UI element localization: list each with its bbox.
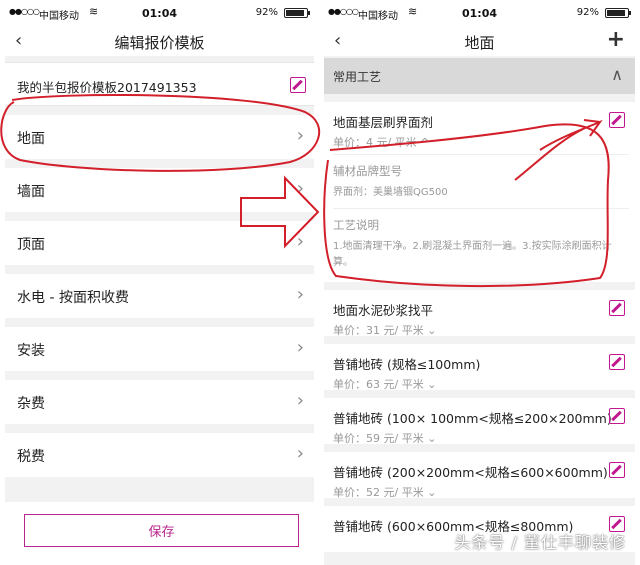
material-value: 界面剂：美巢墙锢QG500 [333, 187, 448, 198]
edit-icon[interactable] [290, 77, 306, 93]
battery-percent: 92% [255, 7, 278, 18]
save-button[interactable]: 保存 [24, 514, 299, 547]
section-header[interactable]: 常用工艺 ∧ [324, 58, 635, 94]
craft-name: 地面基层刷界面剂 [333, 115, 434, 130]
left-screen: ●●○○○ 中国移动 ≋ 01:04 92% ‹ 编辑报价模板 我的半包报价模板… [5, 0, 314, 565]
battery-icon [284, 8, 310, 18]
menu-item-label: 税费 [17, 449, 45, 465]
craft-price: 单价：52 元/ 平米 ⌄ [333, 486, 437, 499]
craft-item[interactable]: 地面水泥砂浆找平 单价：31 元/ 平米 ⌄ [324, 290, 635, 344]
edit-icon[interactable] [609, 354, 625, 370]
status-bar: ●●○○○ 中国移动 ≋ 01:04 92% [324, 0, 635, 26]
menu-item-label: 顶面 [17, 237, 45, 253]
craft-name: 普铺地砖 (100× 100mm<规格≤200×200mm) [333, 411, 612, 426]
chevron-right-icon[interactable]: › [297, 178, 304, 199]
craft-price: 单价：59 元/ 平米 ⌄ [333, 432, 437, 445]
process-value: 1.地面清理干净。2.刷混凝土界面剂一遍。3.按实际涂刷面积计算。 [333, 241, 612, 268]
page-title: 编辑报价模板 [114, 34, 205, 52]
battery-percent: 92% [576, 7, 599, 18]
craft-item[interactable]: 普铺地砖 (100× 100mm<规格≤200×200mm) 单价：59 元/ 平… [324, 398, 635, 452]
menu-item-label: 安装 [17, 343, 45, 359]
nav-bar: ‹ 地面 + [324, 26, 635, 56]
chevron-up-icon[interactable]: ∧ [611, 65, 623, 84]
material-detail: 辅材品牌型号 界面剂：美巢墙锢QG500 [333, 154, 629, 208]
craft-price: 单价：63 元/ 平米 ⌄ [333, 378, 437, 391]
craft-item-expanded[interactable]: 地面基层刷界面剂 单价：4 元/ 平米 ^ 辅材品牌型号 界面剂：美巢墙锢QG5… [324, 102, 635, 290]
chevron-right-icon[interactable]: › [297, 125, 304, 146]
menu-item[interactable]: 税费 › [5, 433, 314, 477]
add-icon[interactable]: + [607, 27, 625, 52]
menu-item-label: 地面 [17, 131, 45, 147]
edit-icon[interactable] [609, 112, 625, 128]
craft-name: 普铺地砖 (规格≤100mm) [333, 357, 481, 372]
edit-icon[interactable] [609, 300, 625, 316]
template-name-row[interactable]: 我的半包报价模板2017491353 [5, 62, 314, 106]
menu-item[interactable]: 水电 - 按面积收费 › [5, 274, 314, 318]
nav-bar: ‹ 编辑报价模板 [5, 26, 314, 56]
save-area: 保存 [5, 502, 314, 565]
chevron-right-icon[interactable]: › [297, 443, 304, 464]
edit-icon[interactable] [609, 408, 625, 424]
chevron-right-icon[interactable]: › [297, 284, 304, 305]
menu-item-label: 水电 - 按面积收费 [17, 290, 129, 306]
template-name: 我的半包报价模板2017491353 [17, 80, 197, 95]
craft-price: 单价：4 元/ 平米 ^ [333, 136, 430, 149]
craft-name: 地面水泥砂浆找平 [333, 303, 434, 318]
menu-item[interactable]: 安装 › [5, 327, 314, 371]
status-bar: ●●○○○ 中国移动 ≋ 01:04 92% [5, 0, 314, 26]
menu-item-label: 杂费 [17, 396, 45, 412]
process-detail: 工艺说明 1.地面清理干净。2.刷混凝土界面剂一遍。3.按实际涂刷面积计算。 [333, 208, 629, 271]
menu-item[interactable]: 杂费 › [5, 380, 314, 424]
menu-item-label: 墙面 [17, 184, 45, 200]
material-title: 辅材品牌型号 [333, 164, 402, 178]
craft-name: 普铺地砖 (200×200mm<规格≤600×600mm) [333, 465, 608, 480]
craft-item[interactable]: 普铺地砖 (200×200mm<规格≤600×600mm) 单价：52 元/ 平米… [324, 452, 635, 506]
watermark: 头条号 / 董仕丰聊装修 [454, 533, 626, 552]
chevron-right-icon[interactable]: › [297, 231, 304, 252]
section-title: 常用工艺 [333, 70, 382, 84]
page-title: 地面 [464, 34, 495, 52]
chevron-right-icon[interactable]: › [297, 390, 304, 411]
right-screen: ●●○○○ 中国移动 ≋ 01:04 92% ‹ 地面 + 常用工艺 ∧ 地面基… [324, 0, 635, 565]
craft-price: 单价：31 元/ 平米 ⌄ [333, 324, 437, 337]
craft-item[interactable]: 普铺地砖 (规格≤100mm) 单价：63 元/ 平米 ⌄ [324, 344, 635, 398]
menu-item[interactable]: 顶面 › [5, 221, 314, 265]
menu-item[interactable]: 墙面 › [5, 168, 314, 212]
menu-item[interactable]: 地面 › [5, 115, 314, 159]
edit-icon[interactable] [609, 462, 625, 478]
battery-icon [605, 8, 631, 18]
chevron-right-icon[interactable]: › [297, 337, 304, 358]
process-title: 工艺说明 [333, 218, 379, 232]
